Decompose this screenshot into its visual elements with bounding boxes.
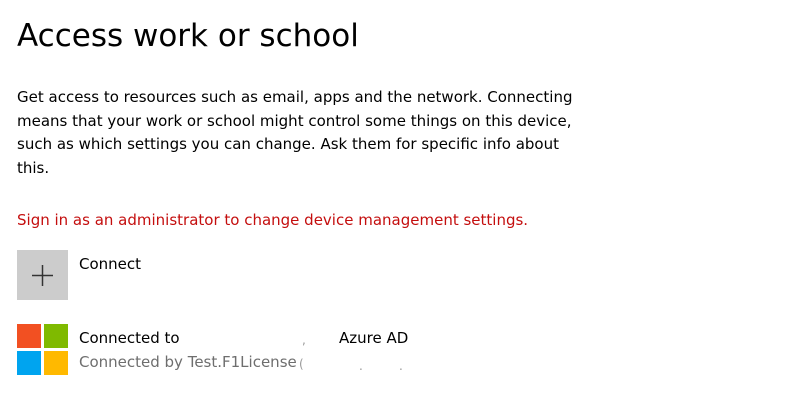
- account-text: Connected to , Azure AD Connected by Tes…: [79, 326, 419, 374]
- connect-label: Connect: [79, 255, 142, 273]
- account-subtitle-prefix: Connected by Test.F1License: [79, 353, 297, 371]
- microsoft-logo-green-square: [44, 324, 68, 348]
- redacted-mark: ,: [302, 333, 306, 347]
- redacted-mark: .: [399, 359, 403, 373]
- connected-account-item[interactable]: Connected to , Azure AD Connected by Tes…: [17, 324, 419, 375]
- redacted-mark: (: [299, 357, 304, 371]
- account-title-suffix: Azure AD: [339, 329, 409, 347]
- microsoft-logo-blue-square: [17, 351, 41, 375]
- microsoft-logo-red-square: [17, 324, 41, 348]
- plus-icon: [32, 265, 53, 286]
- connect-button[interactable]: Connect: [17, 250, 141, 300]
- microsoft-logo-icon: [17, 324, 68, 375]
- microsoft-logo-yellow-square: [44, 351, 68, 375]
- account-title-prefix: Connected to: [79, 329, 180, 347]
- admin-warning-text: Sign in as an administrator to change de…: [17, 211, 529, 229]
- redacted-mark: .: [359, 359, 363, 373]
- page-description: Get access to resources such as email, a…: [17, 88, 573, 177]
- connect-tile[interactable]: [17, 250, 68, 300]
- account-title: Connected to , Azure AD: [79, 326, 419, 350]
- page-title: Access work or school: [17, 18, 359, 54]
- account-subtitle: Connected by Test.F1License ( . .: [79, 350, 419, 374]
